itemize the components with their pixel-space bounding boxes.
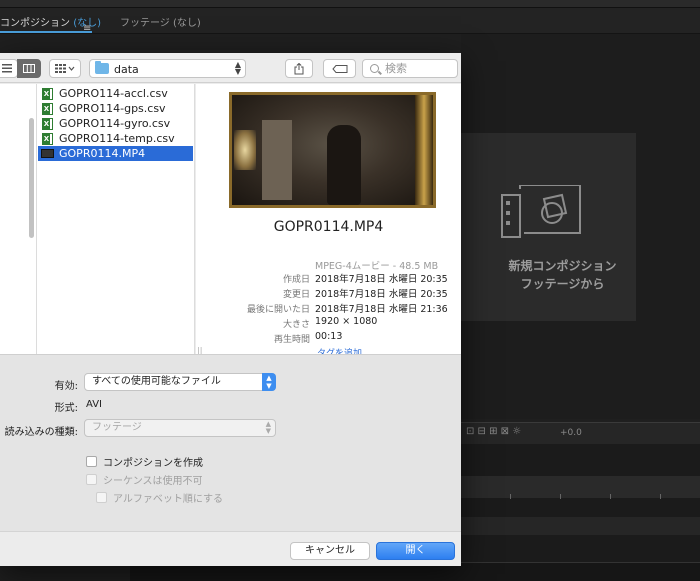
file-item[interactable]: GOPRO114-gps.csv	[38, 101, 193, 116]
file-name: GOPR0114.MP4	[59, 147, 146, 160]
alphabetical-label: アルファベット順にする	[113, 494, 223, 505]
share-icon	[294, 62, 304, 74]
column-scrollbar[interactable]	[29, 118, 34, 238]
timeline-panel	[461, 444, 700, 581]
column-view-button[interactable]	[17, 59, 41, 78]
file-item[interactable]: GOPRO114-accl.csv	[38, 86, 193, 101]
thumbnail-door	[262, 120, 292, 200]
meta-label-created: 作成日	[282, 275, 310, 285]
timeline-ruler[interactable]	[461, 476, 700, 498]
import-as-label: 読み込みの種類:	[4, 427, 78, 438]
checkbox-box	[86, 456, 97, 467]
tab-footage[interactable]: フッテージ (なし)	[120, 14, 201, 29]
search-field[interactable]: 検索	[362, 59, 458, 78]
checkbox-box	[86, 474, 97, 485]
preview-filename: GOPR0114.MP4	[273, 219, 384, 235]
file-name: GOPRO114-accl.csv	[59, 87, 168, 100]
new-comp-from-footage-label: 新規コンポジション フッテージから	[461, 257, 664, 293]
column-view-icon	[23, 64, 35, 73]
thumbnail-person	[327, 125, 361, 205]
meta-value-last-opened: 2018年7月18日 水曜日 21:36	[315, 304, 448, 315]
updown-chevron-icon: ▲ ▼	[234, 60, 241, 76]
new-comp-line2: フッテージから	[520, 277, 605, 291]
meta-value-modified: 2018年7月18日 水曜日 20:35	[315, 289, 448, 300]
video-thumbnail	[229, 92, 436, 208]
search-placeholder: 検索	[385, 62, 407, 75]
cancel-button[interactable]: キャンセル	[290, 542, 370, 560]
dialog-footer: キャンセル 開く	[0, 531, 461, 566]
enable-popup[interactable]: すべての使用可能なファイル ▲ ▼	[84, 373, 276, 391]
ruler-tick	[610, 494, 611, 499]
meta-label-modified: 変更日	[282, 290, 310, 300]
excel-file-icon	[42, 132, 53, 145]
excel-file-icon	[42, 117, 53, 130]
meta-value-dimensions: 1920 × 1080	[315, 316, 378, 327]
import-as-popup[interactable]: フッテージ ▲ ▼	[84, 419, 276, 437]
timeline-track	[461, 517, 700, 535]
sequence-label: シーケンスは使用不可	[103, 476, 203, 487]
parent-column[interactable]	[0, 84, 37, 354]
preview-kind: MPEG-4ムービー - 48.5 MB	[315, 261, 439, 272]
new-composition-icon	[501, 185, 581, 238]
file-item[interactable]: GOPRO114-temp.csv	[38, 131, 193, 146]
meta-value-duration: 00:13	[315, 331, 343, 342]
tag-icon	[331, 64, 347, 73]
import-options: 有効: すべての使用可能なファイル ▲ ▼ 形式: AVI 読み込みの種類: フッ…	[0, 354, 461, 531]
thumbnail-frame	[415, 95, 433, 205]
format-value: AVI	[86, 399, 102, 410]
new-comp-line1: 新規コンポジション	[508, 259, 617, 273]
tags-button[interactable]	[323, 59, 356, 78]
create-composition-checkbox[interactable]: コンポジションを作成	[86, 454, 203, 469]
file-column[interactable]: GOPRO114-accl.csv GOPRO114-gps.csv GOPRO…	[37, 84, 195, 354]
meta-label-last-opened: 最後に開いた日	[246, 305, 310, 315]
import-as-popup-value: フッテージ	[92, 422, 142, 433]
meta-value-created: 2018年7月18日 水曜日 20:35	[315, 274, 448, 285]
file-name: GOPRO114-gyro.csv	[59, 117, 171, 130]
open-button[interactable]: 開く	[376, 542, 455, 560]
list-view-icon	[2, 64, 12, 73]
ruler-tick	[510, 494, 511, 499]
checkbox-box	[96, 492, 107, 503]
location-popup[interactable]: data ▲ ▼	[89, 59, 246, 78]
dialog-toolbar: data ▲ ▼ 検索	[0, 53, 461, 83]
alphabetical-checkbox[interactable]: アルファベット順にする	[96, 490, 223, 505]
preview-pane: GOPR0114.MP4 MPEG-4ムービー - 48.5 MB 作成日 20…	[196, 84, 461, 359]
ruler-tick	[660, 494, 661, 499]
excel-file-icon	[42, 102, 53, 115]
create-composition-label: コンポジションを作成	[103, 458, 203, 469]
app-top-bar	[0, 0, 700, 8]
enable-popup-value: すべての使用可能なファイル	[92, 376, 221, 387]
meta-label-dimensions: 大きさ	[282, 320, 310, 330]
updown-chevron-icon: ▲ ▼	[265, 420, 271, 435]
tab-composition-label: コンポジション	[0, 18, 70, 29]
ruler-tick	[560, 494, 561, 499]
file-item-selected[interactable]: GOPR0114.MP4	[38, 146, 193, 161]
sequence-checkbox[interactable]: シーケンスは使用不可	[86, 472, 203, 487]
excel-file-icon	[42, 87, 53, 100]
popup-stepper-icon: ▲ ▼	[262, 373, 276, 391]
gallery-view-icon	[55, 64, 75, 73]
file-name: GOPRO114-temp.csv	[59, 132, 175, 145]
format-label: 形式:	[54, 403, 78, 414]
panel-tab-bar: コンポジション (なし) ≡ フッテージ (なし)	[0, 8, 700, 34]
list-view-button[interactable]	[0, 59, 18, 78]
thumbnail-lamp	[234, 130, 256, 170]
share-button[interactable]	[285, 59, 313, 78]
location-name: data	[114, 63, 139, 76]
exposure-value[interactable]: +0.0	[560, 428, 582, 438]
enable-label: 有効:	[54, 381, 78, 392]
video-file-icon	[41, 149, 54, 158]
meta-label-duration: 再生時間	[273, 335, 310, 345]
file-name: GOPRO114-gps.csv	[59, 102, 166, 115]
file-item[interactable]: GOPRO114-gyro.csv	[38, 116, 193, 131]
gallery-view-button[interactable]	[49, 59, 81, 78]
active-tab-indicator	[0, 31, 92, 33]
folder-icon	[95, 61, 109, 74]
viewer-control-icons[interactable]: ⊡ ⊟ ⊞ ⊠ ☼	[466, 426, 521, 437]
search-icon	[370, 64, 379, 73]
open-file-dialog: data ▲▼ 検索 GOPRO114-accl.csv GOPRO114-gp…	[0, 53, 461, 566]
